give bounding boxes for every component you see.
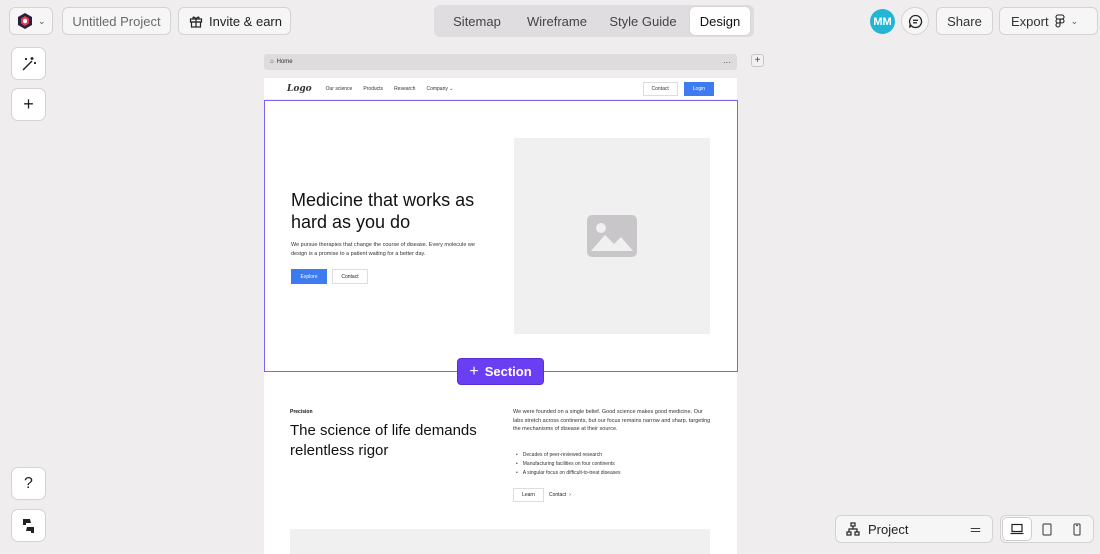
- nav-link-company-label: Company: [426, 85, 448, 92]
- hero-image-placeholder[interactable]: [514, 138, 710, 334]
- more-options-icon[interactable]: ···: [723, 58, 731, 67]
- gift-icon: [189, 16, 203, 28]
- device-preview-group: [1000, 515, 1094, 543]
- nav-link-research[interactable]: Research: [394, 86, 415, 92]
- section3-placeholder: [290, 529, 710, 554]
- app-logo-icon: [18, 13, 32, 29]
- section2-learn-button[interactable]: Learn: [513, 488, 544, 502]
- desktop-view-button[interactable]: [1003, 518, 1031, 540]
- hero-contact-button[interactable]: Contact: [332, 269, 368, 284]
- comments-button[interactable]: [901, 7, 929, 35]
- figma-icon: [1055, 14, 1065, 28]
- question-icon: ?: [24, 474, 33, 492]
- app-menu-button[interactable]: ⌄: [9, 7, 53, 35]
- laptop-icon: [1010, 523, 1024, 535]
- section2-contact-label: Contact: [549, 492, 567, 498]
- section2-list: Decades of peer-reviewed research Manufa…: [513, 451, 713, 478]
- page-tab-bar[interactable]: ⌂ Home ···: [264, 54, 737, 70]
- add-section-label: Section: [484, 364, 532, 379]
- list-item: Decades of peer-reviewed research: [513, 451, 713, 460]
- hero-body: We pursue therapies that change the cour…: [291, 242, 475, 257]
- project-panel-label: Project: [868, 521, 909, 537]
- invite-label: Invite & earn: [209, 13, 282, 29]
- list-item: A singular focus on difficult-to-treat d…: [513, 469, 713, 478]
- phone-icon: [1073, 522, 1081, 536]
- nav-link-products[interactable]: Products: [363, 86, 383, 92]
- chevron-right-icon: ›: [569, 492, 571, 498]
- section2-eyebrow: Precision: [290, 409, 313, 415]
- image-placeholder-icon: [587, 215, 637, 257]
- hero-title: Medicine that works as hard as you do: [291, 190, 475, 232]
- page-tab-label: Home: [276, 59, 293, 65]
- tab-design[interactable]: Design: [690, 7, 750, 35]
- mobile-view-button[interactable]: [1063, 518, 1091, 540]
- invite-earn-button[interactable]: Invite & earn: [178, 7, 291, 35]
- project-panel-toggle[interactable]: Project ＝: [835, 515, 993, 543]
- sitemap-icon: [846, 522, 860, 536]
- tablet-view-button[interactable]: [1033, 518, 1061, 540]
- list-item: Manufacturing facilities on four contine…: [513, 460, 713, 469]
- add-page-button[interactable]: +: [751, 54, 764, 67]
- user-avatar[interactable]: MM: [870, 9, 895, 34]
- section2-title: The science of life demands relentless r…: [290, 422, 477, 459]
- tab-sitemap[interactable]: Sitemap: [436, 7, 518, 35]
- tab-wireframe[interactable]: Wireframe: [518, 7, 596, 35]
- project-name-button[interactable]: Untitled Project: [62, 7, 171, 35]
- plus-icon: +: [23, 94, 34, 114]
- thumbs-up-down-icon: [22, 518, 34, 533]
- add-section-button[interactable]: + Section: [457, 358, 544, 385]
- site-nav: Logo Our science Products Research Compa…: [264, 78, 737, 100]
- chevron-down-icon: ⌄: [1070, 15, 1079, 26]
- home-icon: ⌂: [270, 59, 274, 65]
- plus-icon: +: [469, 362, 479, 380]
- site-logo[interactable]: Logo: [287, 84, 312, 94]
- help-button[interactable]: ?: [11, 467, 46, 500]
- hero-section[interactable]: Medicine that works as hard as you do We…: [264, 100, 738, 372]
- section2-body: We were founded on a single belief. Good…: [513, 409, 711, 432]
- chevron-down-icon: ⌄: [38, 15, 46, 26]
- tablet-icon: [1042, 522, 1052, 536]
- hero-explore-button[interactable]: Explore: [291, 269, 327, 284]
- section2-contact-link[interactable]: Contact ›: [549, 488, 571, 502]
- menu-lines-icon: ＝: [968, 522, 982, 538]
- nav-link-company[interactable]: Company ⌄: [426, 86, 453, 92]
- export-button[interactable]: Export ⌄: [999, 7, 1098, 35]
- chat-bubble-icon: [908, 14, 922, 28]
- chevron-down-icon: ⌄: [449, 85, 454, 92]
- magic-wand-icon: [22, 56, 36, 70]
- export-label: Export: [1011, 13, 1049, 29]
- tab-style-guide[interactable]: Style Guide: [596, 7, 690, 35]
- nav-login-button[interactable]: Login: [683, 81, 714, 96]
- view-tabs: Sitemap Wireframe Style Guide Design: [434, 5, 754, 37]
- ai-magic-button[interactable]: [11, 47, 46, 80]
- feedback-button[interactable]: [11, 509, 46, 542]
- nav-link-our-science[interactable]: Our science: [326, 86, 353, 92]
- nav-contact-button[interactable]: Contact: [642, 81, 678, 96]
- share-button[interactable]: Share: [936, 7, 993, 35]
- add-button[interactable]: +: [11, 88, 46, 121]
